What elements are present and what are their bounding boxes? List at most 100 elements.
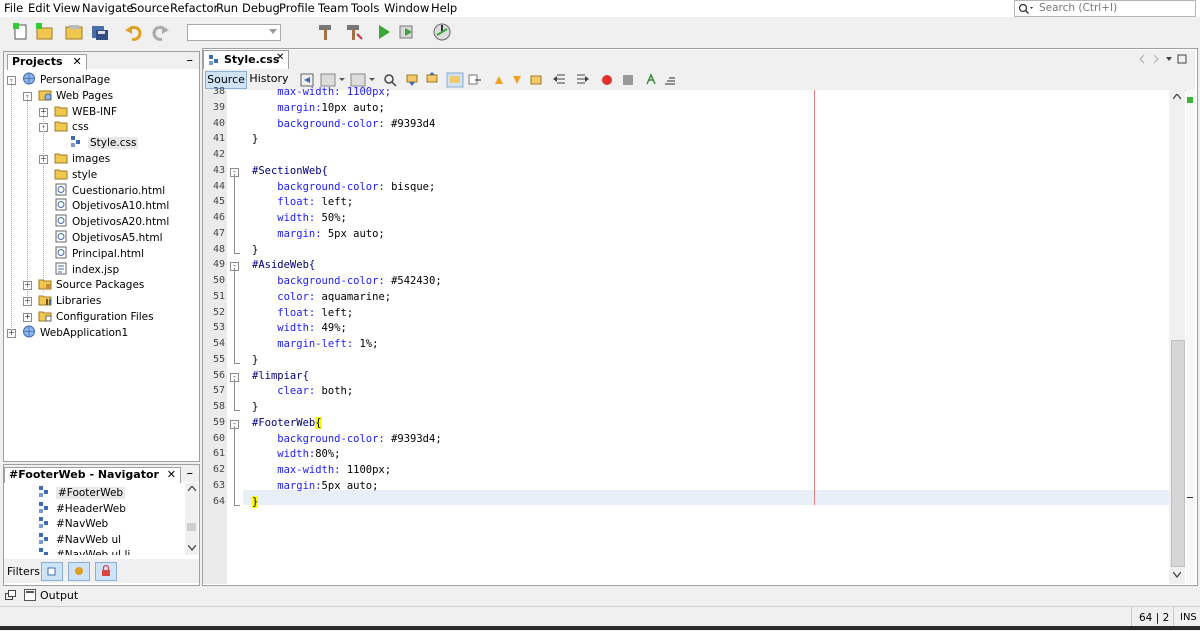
globe-icon (23, 325, 35, 338)
tab-nav-icons[interactable] (1138, 54, 1188, 64)
navigator-item[interactable]: #HeaderWeb (38, 501, 126, 516)
insert-mode: INS (1180, 612, 1197, 623)
clean-build-icon[interactable] (344, 22, 364, 42)
redo-icon[interactable] (150, 22, 170, 42)
debug-icon[interactable] (398, 22, 418, 42)
error-stripe[interactable] (1186, 90, 1195, 584)
menu-refactor[interactable]: Refactor (170, 1, 218, 15)
menu-team[interactable]: Team (318, 1, 348, 15)
profile-icon[interactable] (432, 22, 452, 42)
new-file-icon[interactable] (11, 22, 31, 42)
line-number: 40 (212, 117, 225, 129)
minimize-icon[interactable]: – (187, 53, 194, 68)
lock-icon (102, 564, 110, 576)
navigator-item[interactable]: #FooterWeb (38, 485, 126, 500)
navigator-item-label: #NavWeb ul (56, 533, 122, 546)
tree-item-label: Libraries (56, 295, 102, 308)
tree-item[interactable]: Cuestionario.html (54, 183, 165, 198)
close-tab-icon[interactable]: ✕ (276, 52, 284, 63)
menu-view[interactable]: View (53, 1, 80, 15)
tree-item-label: Web Pages (56, 89, 114, 102)
fold-guide (234, 425, 240, 506)
build-hammer-icon[interactable] (316, 22, 336, 42)
tree-item[interactable]: ObjetivosA20.html (54, 214, 169, 229)
css-value: 10px auto; (321, 101, 385, 114)
tree-item[interactable]: WEB-INF (54, 104, 117, 119)
menu-navigate[interactable]: Navigate (82, 1, 134, 15)
scroll-down-icon[interactable] (188, 545, 196, 551)
close-icon[interactable]: ✕ (72, 55, 81, 68)
undo-icon[interactable] (124, 22, 144, 42)
menu-source[interactable]: Source (130, 1, 170, 15)
tab-style-css[interactable]: Style.css ✕ (203, 50, 289, 69)
menu-run[interactable]: Run (216, 1, 238, 15)
filter-private-button[interactable] (95, 562, 117, 581)
tree-item[interactable]: style (54, 167, 97, 182)
tree-item[interactable]: WebApplication1 (22, 325, 128, 340)
line-number: 54 (212, 338, 225, 349)
projects-panel: Projects ✕ – - PersonalPage - Web Pages + WEB… (3, 51, 200, 462)
navigator-scrollbar[interactable] (185, 483, 198, 555)
navigator-item[interactable]: #NavWeb ul li (38, 547, 130, 555)
scroll-down-icon[interactable] (1173, 572, 1181, 578)
restore-window-icon (5, 590, 16, 600)
navigator-item[interactable]: #NavWeb (38, 516, 108, 531)
menu-help[interactable]: Help (431, 1, 457, 15)
navigator-tab[interactable]: #FooterWeb - Navigator ✕ (4, 467, 182, 483)
tree-item[interactable]: PersonalPage (22, 72, 110, 87)
save-all-icon[interactable] (90, 22, 110, 42)
css-value: } (252, 243, 259, 256)
minimize-icon[interactable]: – (187, 466, 194, 481)
tree-item[interactable]: Principal.html (54, 246, 144, 261)
tree-item[interactable]: Style.css (70, 135, 139, 150)
editor-scroll-thumb[interactable] (1171, 340, 1185, 567)
scroll-up-icon[interactable] (1173, 94, 1181, 100)
close-icon[interactable]: ✕ (167, 468, 176, 481)
tree-item-label: Style.css (88, 137, 139, 150)
expand-icon[interactable]: + (7, 328, 16, 338)
menu-window[interactable]: Window (384, 1, 429, 15)
tree-item[interactable]: ObjetivosA5.html (54, 230, 163, 245)
output-window-tab[interactable]: Output (0, 586, 200, 604)
line-number: 46 (212, 212, 225, 223)
css-value: both; (321, 385, 354, 398)
navigator-item[interactable]: #NavWeb ul (38, 532, 121, 547)
tree-item[interactable]: Web Pages (38, 88, 113, 103)
code-area[interactable]: max-width: 1100px; margin:10px auto; bac… (243, 86, 1169, 584)
tree-item[interactable]: Source Packages (38, 277, 144, 292)
menu-tools[interactable]: Tools (351, 1, 379, 15)
tree-item[interactable]: Libraries (38, 293, 101, 308)
tree-item[interactable]: Configuration Files (38, 309, 154, 324)
tree-item[interactable]: images (54, 151, 110, 166)
expand-icon[interactable]: + (23, 313, 32, 322)
search-input[interactable]: Search (Ctrl+I) (1014, 0, 1196, 17)
tree-item[interactable]: ObjetivosA10.html (54, 198, 169, 213)
line-number: 50 (212, 275, 225, 286)
filter-fields-button[interactable] (41, 562, 63, 581)
open-project-icon[interactable] (64, 22, 84, 42)
menu-edit[interactable]: Edit (28, 1, 50, 15)
line-number: 42 (212, 149, 225, 160)
tree-guide-line (43, 112, 44, 292)
scroll-up-icon[interactable] (188, 486, 196, 492)
filter-inherited-button[interactable] (68, 562, 90, 581)
search-icon (1018, 3, 1033, 15)
menu-profile[interactable]: Profile (279, 1, 315, 15)
fold-gutter[interactable]: ---- (227, 90, 243, 584)
run-icon[interactable] (374, 22, 394, 42)
code-line: margin: 5px auto; (252, 227, 384, 242)
filter-inherited-icon (75, 567, 83, 575)
globe-icon (23, 72, 35, 85)
line-number: 53 (212, 322, 225, 334)
menu-file[interactable]: File (4, 1, 23, 15)
configuration-combo[interactable] (187, 24, 281, 41)
new-project-icon[interactable] (35, 22, 55, 42)
projects-tab[interactable]: Projects ✕ (7, 54, 87, 70)
tree-item[interactable]: index.jsp (54, 262, 119, 277)
tree-item[interactable]: css (54, 119, 89, 134)
code-line: max-width: 1100px; (252, 85, 391, 100)
scroll-thumb[interactable] (187, 523, 196, 531)
tree-item-label: ObjetivosA5.html (72, 232, 163, 244)
css-property: background-color: (252, 180, 392, 193)
menu-debug[interactable]: Debug (242, 1, 280, 15)
